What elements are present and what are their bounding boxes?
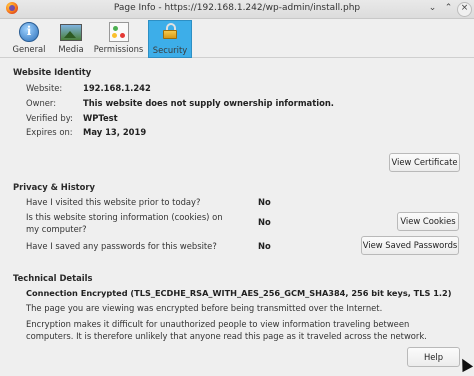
permissions-icon bbox=[108, 22, 129, 42]
encryption-info-line-2: Encryption makes it difficult for unauth… bbox=[26, 319, 427, 341]
security-panel: Website Identity Website: 192.168.1.242 … bbox=[0, 58, 474, 376]
tab-bar: General Media Permissions Security bbox=[0, 19, 474, 58]
tab-general-label: General bbox=[12, 44, 46, 54]
owner-label: Owner: bbox=[26, 98, 57, 108]
view-cookies-button[interactable]: View Cookies bbox=[397, 212, 459, 231]
owner-value: This website does not supply ownership i… bbox=[83, 98, 334, 108]
website-value: 192.168.1.242 bbox=[83, 83, 151, 93]
cookies-question: Is this website storing information (coo… bbox=[26, 212, 223, 234]
visited-question: Have I visited this website prior to tod… bbox=[26, 197, 201, 207]
expires-label: Expires on: bbox=[26, 127, 73, 137]
tab-security[interactable]: Security bbox=[148, 20, 192, 58]
media-icon bbox=[60, 24, 82, 41]
tab-permissions[interactable]: Permissions bbox=[91, 20, 146, 56]
tab-media-label: Media bbox=[58, 44, 84, 54]
info-icon bbox=[19, 22, 39, 42]
encryption-info-line-1: The page you are viewing was encrypted b… bbox=[26, 303, 383, 313]
view-saved-passwords-button[interactable]: View Saved Passwords bbox=[361, 236, 459, 255]
close-button[interactable]: × bbox=[457, 2, 472, 17]
verified-by-value: WPTest bbox=[83, 113, 118, 123]
lock-icon bbox=[163, 23, 177, 39]
website-label: Website: bbox=[26, 83, 63, 93]
passwords-answer: No bbox=[258, 241, 271, 251]
minimize-button[interactable]: ⌄ bbox=[426, 2, 439, 15]
view-certificate-button[interactable]: View Certificate bbox=[389, 153, 460, 172]
passwords-question: Have I saved any passwords for this webs… bbox=[26, 241, 217, 251]
title-bar: Page Info - https://192.168.1.242/wp-adm… bbox=[0, 0, 474, 19]
connection-encrypted-text: Connection Encrypted (TLS_ECDHE_RSA_WITH… bbox=[26, 288, 452, 298]
technical-details-heading: Technical Details bbox=[13, 273, 93, 283]
verified-by-label: Verified by: bbox=[26, 113, 73, 123]
website-identity-heading: Website Identity bbox=[13, 67, 92, 77]
window-title: Page Info - https://192.168.1.242/wp-adm… bbox=[113, 3, 361, 13]
expires-value: May 13, 2019 bbox=[83, 127, 147, 137]
privacy-history-heading: Privacy & History bbox=[13, 182, 96, 192]
tab-security-label: Security bbox=[152, 45, 188, 55]
tab-general[interactable]: General bbox=[9, 20, 49, 56]
maximize-button[interactable]: ⌃ bbox=[442, 2, 455, 15]
visited-answer: No bbox=[258, 197, 271, 207]
help-button[interactable]: Help bbox=[407, 347, 460, 367]
tab-media[interactable]: Media bbox=[54, 20, 88, 56]
tab-permissions-label: Permissions bbox=[93, 44, 144, 54]
cookies-answer: No bbox=[258, 217, 271, 227]
